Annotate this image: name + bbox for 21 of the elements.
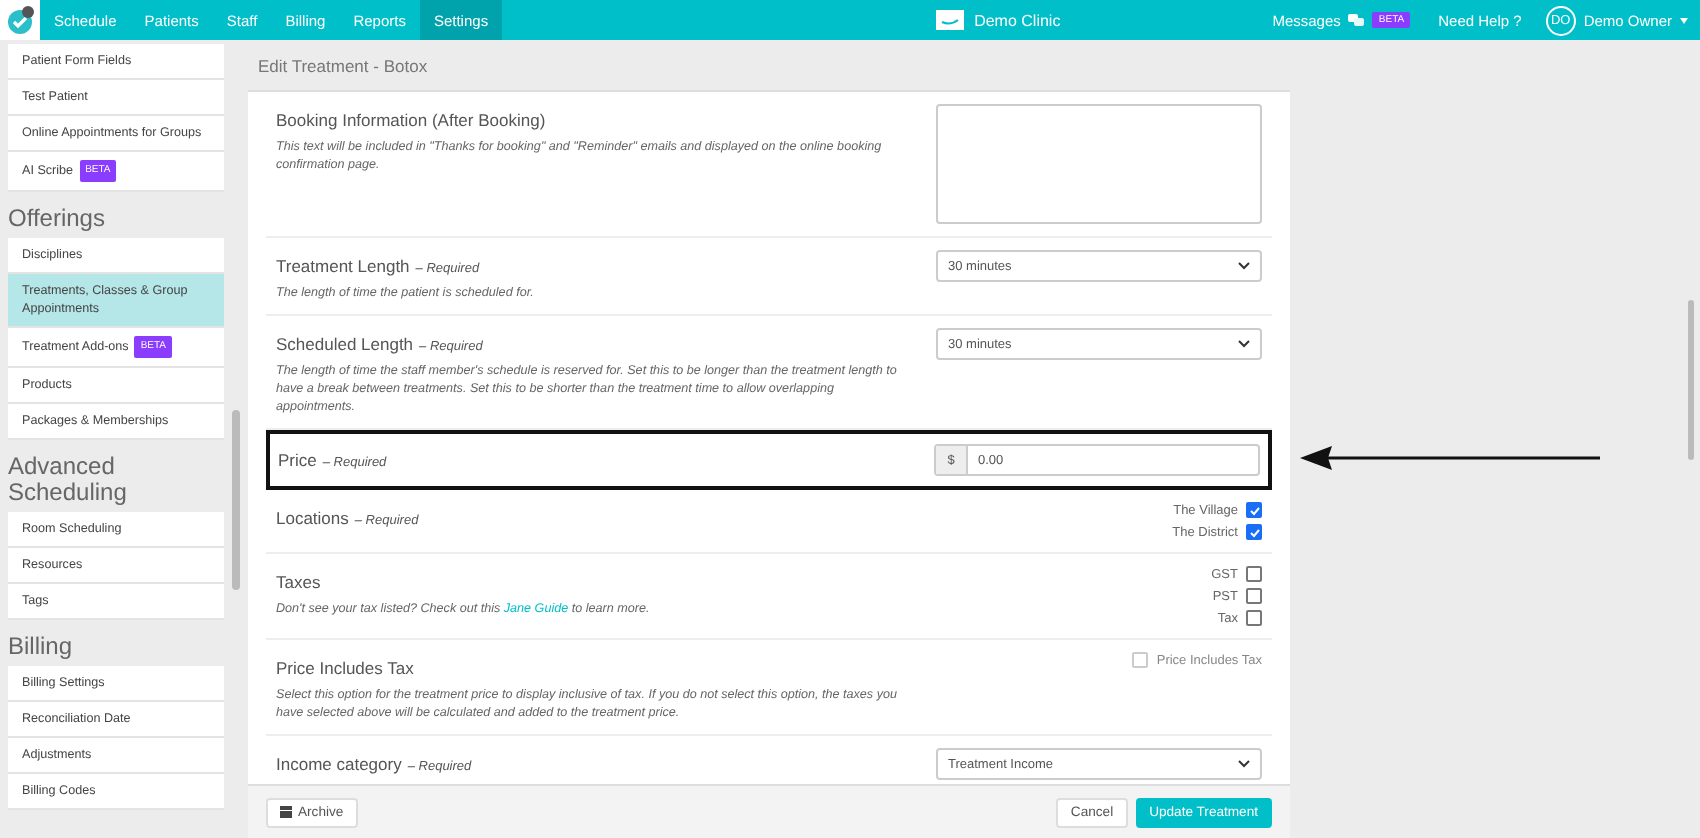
chat-icon [1348, 14, 1365, 26]
clinic-logo-icon [934, 8, 967, 32]
field-label: Booking Information (After Booking) [276, 110, 548, 130]
section-heading: Billing [8, 634, 75, 660]
field-label: Price Includes Tax [276, 658, 416, 678]
checkbox[interactable] [1246, 588, 1262, 604]
field-label: Taxes [276, 572, 323, 592]
caret-icon [1680, 17, 1688, 23]
chevron-down-icon [1238, 340, 1250, 348]
checkbox[interactable] [1246, 610, 1262, 626]
checkbox[interactable] [1246, 524, 1262, 540]
clinic-name: Demo Clinic [974, 11, 1061, 29]
section-heading: Offerings [8, 206, 107, 232]
checkbox[interactable] [1246, 502, 1262, 518]
chevron-down-icon [1238, 760, 1250, 768]
chevron-down-icon [1238, 262, 1250, 270]
section-heading: Advanced Scheduling [8, 454, 129, 506]
panel-title: Edit Treatment - Botox [248, 40, 1290, 92]
logo-icon[interactable] [6, 6, 34, 34]
checkbox[interactable] [1246, 566, 1262, 582]
archive-box-icon [280, 806, 292, 818]
